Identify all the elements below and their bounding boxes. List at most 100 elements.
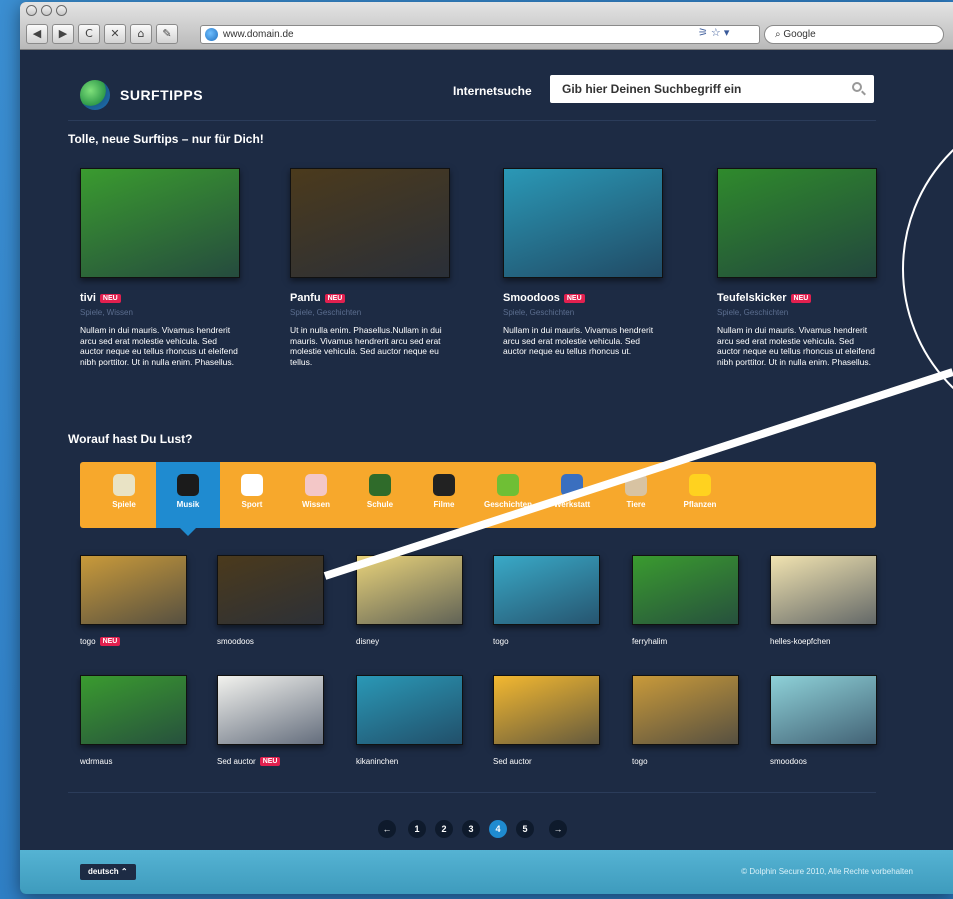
grid-item[interactable]: Sed auctor NEU (217, 675, 327, 766)
site-name[interactable]: ferryhalim (632, 637, 667, 646)
forward-button[interactable]: ▶ (52, 24, 74, 44)
google-search-field[interactable]: ⌕ Google (764, 25, 944, 44)
featured-card[interactable]: Smoodoos NEU Spiele, Geschichten Nullam in … (503, 168, 693, 357)
grid-caption[interactable]: smoodoos (770, 757, 880, 766)
language-select[interactable]: deutsch ⌃ (80, 864, 136, 880)
stop-button[interactable]: ✕ (104, 24, 126, 44)
site-thumbnail[interactable] (717, 168, 877, 278)
rss-bookmark-icons[interactable]: ⚞ ☆ ▾ (698, 26, 729, 39)
new-badge: NEU (563, 293, 585, 303)
site-thumbnail[interactable] (80, 675, 187, 745)
category-pflanzen[interactable]: Pflanzen (668, 462, 732, 528)
site-thumbnail[interactable] (770, 555, 877, 625)
grid-caption[interactable]: togo (632, 757, 742, 766)
site-name[interactable]: Sed auctor (493, 757, 532, 766)
grid-caption[interactable]: helles-koepfchen (770, 637, 880, 646)
featured-card[interactable]: Teufelskicker NEU Spiele, Geschichten Nulla… (717, 168, 907, 367)
home-button[interactable]: ⌂ (130, 24, 152, 44)
site-logo[interactable]: SURFTIPPS (80, 80, 203, 110)
grid-item[interactable]: smoodoos (770, 675, 880, 766)
site-name[interactable]: togo (80, 637, 96, 646)
close-window-button[interactable] (26, 5, 37, 16)
category-label: Wissen (302, 500, 330, 509)
category-sport[interactable]: Sport (220, 462, 284, 528)
category-musik[interactable]: Musik (156, 462, 220, 536)
grid-item[interactable]: kikaninchen (356, 675, 466, 766)
bookmark-button[interactable]: ✎ (156, 24, 178, 44)
grid-item[interactable]: Sed auctor (493, 675, 603, 766)
grid-item[interactable]: disney (356, 555, 466, 646)
page-4-button[interactable]: 4 (489, 820, 507, 838)
page-3-button[interactable]: 3 (462, 820, 480, 838)
site-name[interactable]: togo (493, 637, 509, 646)
category-label: Pflanzen (683, 500, 717, 509)
site-categories: Spiele, Geschichten (290, 308, 362, 317)
site-name[interactable]: Sed auctor (217, 757, 256, 766)
site-thumbnail[interactable] (632, 555, 739, 625)
search-icon[interactable] (852, 82, 862, 92)
grid-item[interactable]: togo NEU (80, 555, 190, 646)
grid-caption[interactable]: disney (356, 637, 466, 646)
site-thumbnail[interactable] (356, 555, 463, 625)
site-name[interactable]: Teufelskicker (717, 292, 787, 304)
grid-item[interactable]: smoodoos (217, 555, 327, 646)
reload-button[interactable]: C (78, 24, 100, 44)
grid-caption[interactable]: togo (493, 637, 603, 646)
zoom-window-button[interactable] (56, 5, 67, 16)
grid-item[interactable]: ferryhalim (632, 555, 742, 646)
featured-name[interactable]: Panfu NEU (290, 292, 480, 304)
category-filme[interactable]: Filme (412, 462, 476, 528)
next-page-button[interactable]: → (549, 820, 567, 838)
site-thumbnail[interactable] (290, 168, 450, 278)
grid-item[interactable]: togo (632, 675, 742, 766)
site-name[interactable]: wdrmaus (80, 757, 112, 766)
site-thumbnail[interactable] (503, 168, 663, 278)
site-thumbnail[interactable] (80, 555, 187, 625)
search-input[interactable]: Gib hier Deinen Suchbegriff ein (550, 75, 874, 103)
grid-caption[interactable]: Sed auctor NEU (217, 757, 327, 766)
site-thumbnail[interactable] (632, 675, 739, 745)
page-2-button[interactable]: 2 (435, 820, 453, 838)
site-thumbnail[interactable] (356, 675, 463, 745)
featured-name[interactable]: Teufelskicker NEU (717, 292, 907, 304)
grid-item[interactable]: helles-koepfchen (770, 555, 880, 646)
site-thumbnail[interactable] (493, 555, 600, 625)
url-bar[interactable]: www.domain.de (200, 25, 760, 44)
site-thumbnail[interactable] (770, 675, 877, 745)
grid-item[interactable]: togo (493, 555, 603, 646)
category-schule[interactable]: Schule (348, 462, 412, 528)
grid-caption[interactable]: togo NEU (80, 637, 190, 646)
featured-card[interactable]: Panfu NEU Spiele, Geschichten Ut in nulla e… (290, 168, 480, 367)
page-1-button[interactable]: 1 (408, 820, 426, 838)
site-name[interactable]: Smoodoos (503, 292, 560, 304)
site-name[interactable]: disney (356, 637, 379, 646)
site-thumbnail[interactable] (217, 675, 324, 745)
grid-caption[interactable]: Sed auctor (493, 757, 603, 766)
grid-caption[interactable]: kikaninchen (356, 757, 466, 766)
site-name[interactable]: smoodoos (770, 757, 807, 766)
site-thumbnail[interactable] (80, 168, 240, 278)
category-spiele[interactable]: Spiele (92, 462, 156, 528)
back-button[interactable]: ◀ (26, 24, 48, 44)
site-description: Nullam in dui mauris. Vivamus hendrerit … (503, 325, 654, 356)
site-thumbnail[interactable] (217, 555, 324, 625)
site-name[interactable]: helles-koepfchen (770, 637, 830, 646)
site-thumbnail[interactable] (493, 675, 600, 745)
category-bar: Spiele Musik Sport Wissen Schule Filme Geschic… (80, 462, 876, 536)
site-name[interactable]: Panfu (290, 292, 321, 304)
featured-name[interactable]: Smoodoos NEU (503, 292, 693, 304)
site-name[interactable]: tivi (80, 292, 96, 304)
page-5-button[interactable]: 5 (516, 820, 534, 838)
grid-caption[interactable]: ferryhalim (632, 637, 742, 646)
site-name[interactable]: togo (632, 757, 648, 766)
grid-caption[interactable]: wdrmaus (80, 757, 190, 766)
category-wissen[interactable]: Wissen (284, 462, 348, 528)
minimize-window-button[interactable] (41, 5, 52, 16)
grid-item[interactable]: wdrmaus (80, 675, 190, 766)
prev-page-button[interactable]: ← (378, 820, 396, 838)
grid-caption[interactable]: smoodoos (217, 637, 327, 646)
site-name[interactable]: smoodoos (217, 637, 254, 646)
featured-name[interactable]: tivi NEU (80, 292, 270, 304)
site-name[interactable]: kikaninchen (356, 757, 398, 766)
featured-card[interactable]: tivi NEU Spiele, Wissen Nullam in dui mauri… (80, 168, 270, 367)
